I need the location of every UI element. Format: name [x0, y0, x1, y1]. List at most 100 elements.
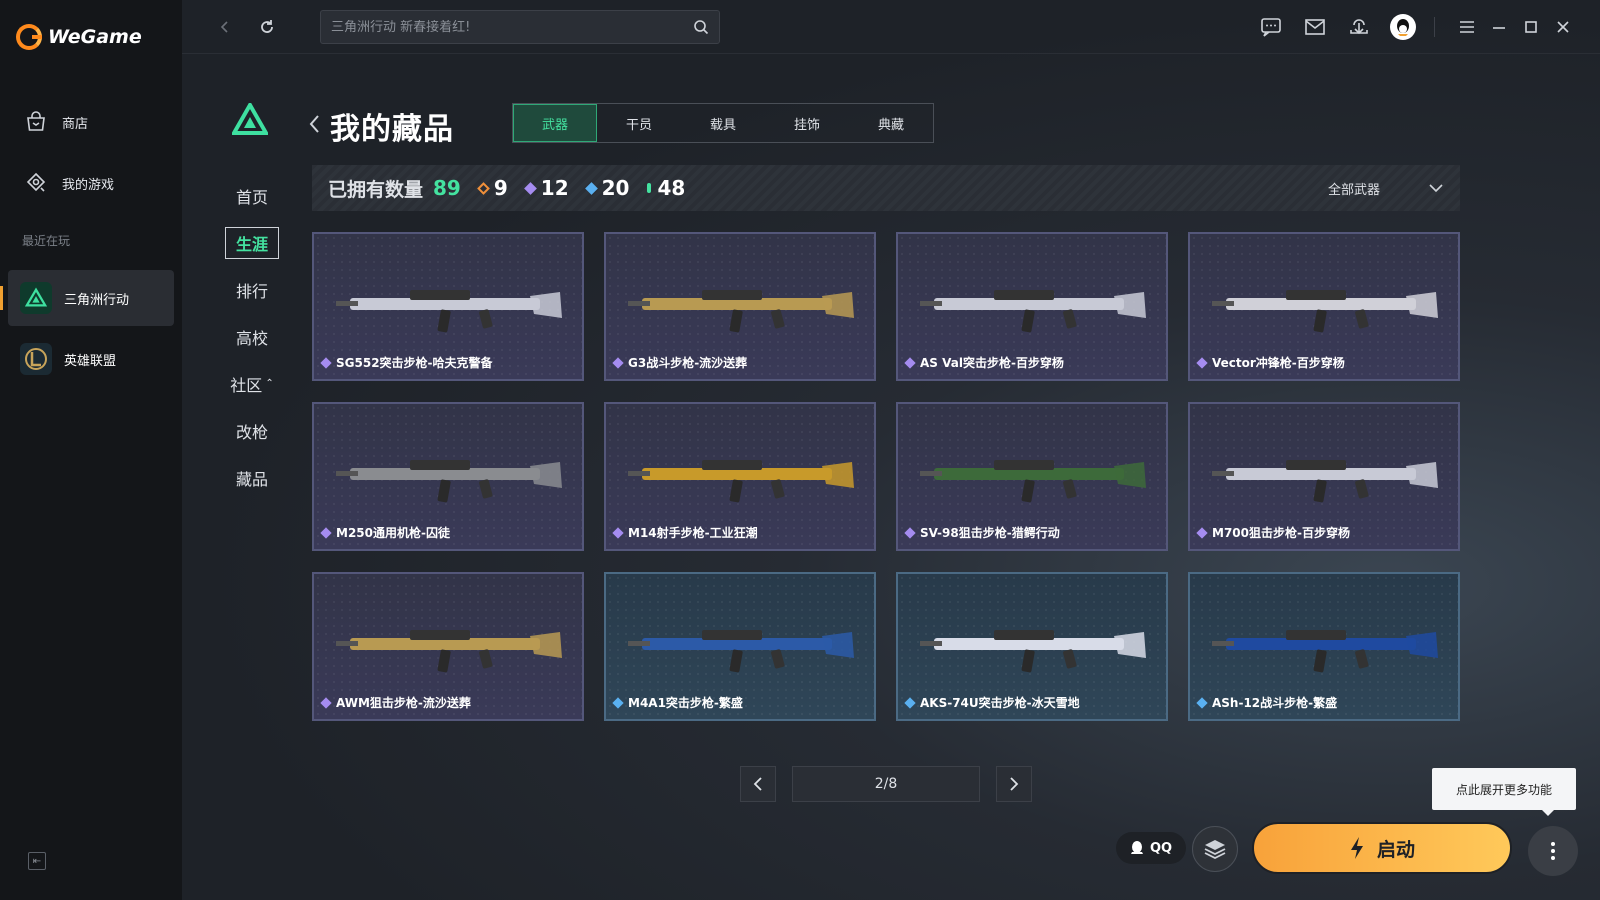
chat-icon[interactable] [1258, 14, 1284, 40]
store-icon [27, 111, 45, 131]
game-nav-gunsmith[interactable]: 改枪 [222, 407, 282, 454]
game-nav-community[interactable]: 社区 ⌃ [222, 360, 282, 407]
chevron-left-icon [753, 777, 762, 791]
prev-page-button[interactable] [740, 766, 776, 802]
next-page-button[interactable] [996, 766, 1032, 802]
weapon-card[interactable]: M700狙击步枪-百步穿杨 [1188, 402, 1460, 551]
rarity-green-icon [647, 183, 652, 193]
weapon-image [628, 630, 854, 673]
search-box[interactable] [320, 10, 720, 44]
menu-icon[interactable] [1454, 14, 1480, 40]
weapon-name: G3战斗步枪-流沙送葬 [628, 356, 748, 370]
weapon-name-row: SG552突击步枪-哈夫克警备 [320, 354, 493, 371]
weapon-card[interactable]: SV-98狙击步枪-猎鳄行动 [896, 402, 1168, 551]
weapon-card[interactable]: AS Val突击步枪-百步穿杨 [896, 232, 1168, 381]
weapon-card[interactable]: AKS-74U突击步枪-冰天雪地 [896, 572, 1168, 721]
sidebar-item-store[interactable]: 商店 [8, 97, 174, 147]
weapon-name: ASh-12战斗步枪-繁盛 [1212, 696, 1338, 710]
weapon-card[interactable]: Vector冲锋枪-百步穿杨 [1188, 232, 1460, 381]
minimize-icon[interactable] [1486, 14, 1512, 40]
recent-label: 最近在玩 [22, 234, 71, 248]
game-nav-college[interactable]: 高校 [222, 313, 282, 360]
weapon-image [920, 630, 1146, 673]
tab-operators[interactable]: 干员 [597, 104, 681, 142]
rarity-count: 48 [657, 176, 686, 200]
more-options-button[interactable] [1528, 826, 1578, 876]
weapon-image [628, 290, 854, 333]
weapon-name-row: M250通用机枪-囚徒 [320, 524, 450, 541]
tab-vehicles[interactable]: 载具 [681, 104, 765, 142]
user-avatar[interactable] [1390, 14, 1416, 40]
chevron-up-icon: ⌃ [265, 378, 274, 389]
wegame-logo[interactable]: WeGame [16, 24, 142, 50]
rarity-icon [320, 356, 332, 369]
game-nav-label: 社区 [230, 375, 263, 395]
game-nav-home[interactable]: 首页 [222, 172, 282, 219]
chevron-down-icon [1429, 184, 1443, 193]
search-icon[interactable] [693, 19, 709, 35]
rarity-icon [1196, 356, 1208, 369]
filter-label: 全部武器 [1327, 182, 1380, 198]
game-nav-label: 藏品 [235, 469, 268, 489]
recent-game-delta-force[interactable]: 三角洲行动 [0, 270, 174, 326]
mail-icon[interactable] [1302, 14, 1328, 40]
weapon-card[interactable]: ASh-12战斗步枪-繁盛 [1188, 572, 1460, 721]
tab-archive[interactable]: 典藏 [849, 104, 933, 142]
refresh-icon[interactable] [254, 14, 280, 40]
weapon-card[interactable]: M14射手步枪-工业狂潮 [604, 402, 876, 551]
sidebar-item-my-games[interactable]: 我的游戏 [8, 158, 174, 208]
weapon-name: SV-98狙击步枪-猎鳄行动 [920, 526, 1060, 540]
weapon-card[interactable]: M250通用机枪-囚徒 [312, 402, 584, 551]
weapon-card[interactable]: M4A1突击步枪-繁盛 [604, 572, 876, 721]
page-back-icon[interactable] [308, 114, 320, 139]
delta-force-logo-icon [230, 100, 270, 139]
games-icon [26, 172, 46, 192]
close-icon[interactable] [1550, 14, 1576, 40]
weapon-name-row: SV-98狙击步枪-猎鳄行动 [904, 524, 1060, 541]
weapon-card[interactable]: G3战斗步枪-流沙送葬 [604, 232, 876, 381]
game-tools-button[interactable] [1192, 826, 1238, 872]
collapse-sidebar-icon[interactable]: ⇤ [28, 852, 46, 870]
tab-charms[interactable]: 挂饰 [765, 104, 849, 142]
more-features-tooltip: 点此展开更多功能 [1432, 768, 1576, 816]
weapon-name: AS Val突击步枪-百步穿杨 [920, 356, 1064, 370]
qq-icon [1130, 841, 1143, 854]
maximize-icon[interactable] [1518, 14, 1544, 40]
weapon-name-row: M700狙击步枪-百步穿杨 [1196, 524, 1350, 541]
weapon-name: M14射手步枪-工业狂潮 [628, 526, 758, 540]
collection-tabs: 武器 干员 载具 挂饰 典藏 [512, 103, 934, 143]
qq-login-button[interactable]: QQ [1116, 832, 1186, 864]
launch-button[interactable]: 启动 [1252, 822, 1512, 874]
weapon-card[interactable]: AWM狙击步枪-流沙送葬 [312, 572, 584, 721]
rarity-icon [612, 696, 624, 709]
game-nav-career[interactable]: 生涯 [222, 219, 282, 266]
game-nav-collection[interactable]: 藏品 [222, 454, 282, 501]
rarity-icon [1196, 526, 1208, 539]
wegame-logo-icon [16, 24, 42, 50]
game-nav-rank[interactable]: 排行 [222, 266, 282, 313]
qq-label: QQ [1149, 840, 1173, 856]
weapon-name: SG552突击步枪-哈夫克警备 [336, 356, 493, 370]
weapon-image [920, 460, 1146, 503]
launch-label: 启动 [1376, 838, 1415, 861]
weapon-image [920, 290, 1146, 333]
weapon-filter-dropdown[interactable]: 全部武器 [1328, 165, 1444, 211]
weapon-name-row: M14射手步枪-工业狂潮 [612, 524, 758, 541]
topbar-divider [1434, 17, 1435, 37]
download-icon[interactable] [1346, 14, 1372, 40]
owned-label: 已拥有数量 [328, 178, 424, 201]
weapon-image [1212, 290, 1438, 333]
tab-weapons[interactable]: 武器 [513, 104, 597, 142]
recent-game-lol[interactable]: 英雄联盟 [8, 331, 174, 387]
weapon-name-row: Vector冲锋枪-百步穿杨 [1196, 354, 1345, 371]
layers-icon [1204, 840, 1226, 860]
weapon-name: Vector冲锋枪-百步穿杨 [1212, 356, 1345, 370]
weapon-name: M4A1突击步枪-繁盛 [628, 696, 743, 710]
sidebar-item-label: 我的游戏 [62, 177, 115, 193]
search-input[interactable] [331, 19, 693, 35]
back-icon[interactable] [212, 14, 238, 40]
rarity-icon [320, 696, 332, 709]
rarity-icon [1196, 696, 1208, 709]
weapon-card[interactable]: SG552突击步枪-哈夫克警备 [312, 232, 584, 381]
rarity-stat-purple: 12 [523, 176, 569, 200]
